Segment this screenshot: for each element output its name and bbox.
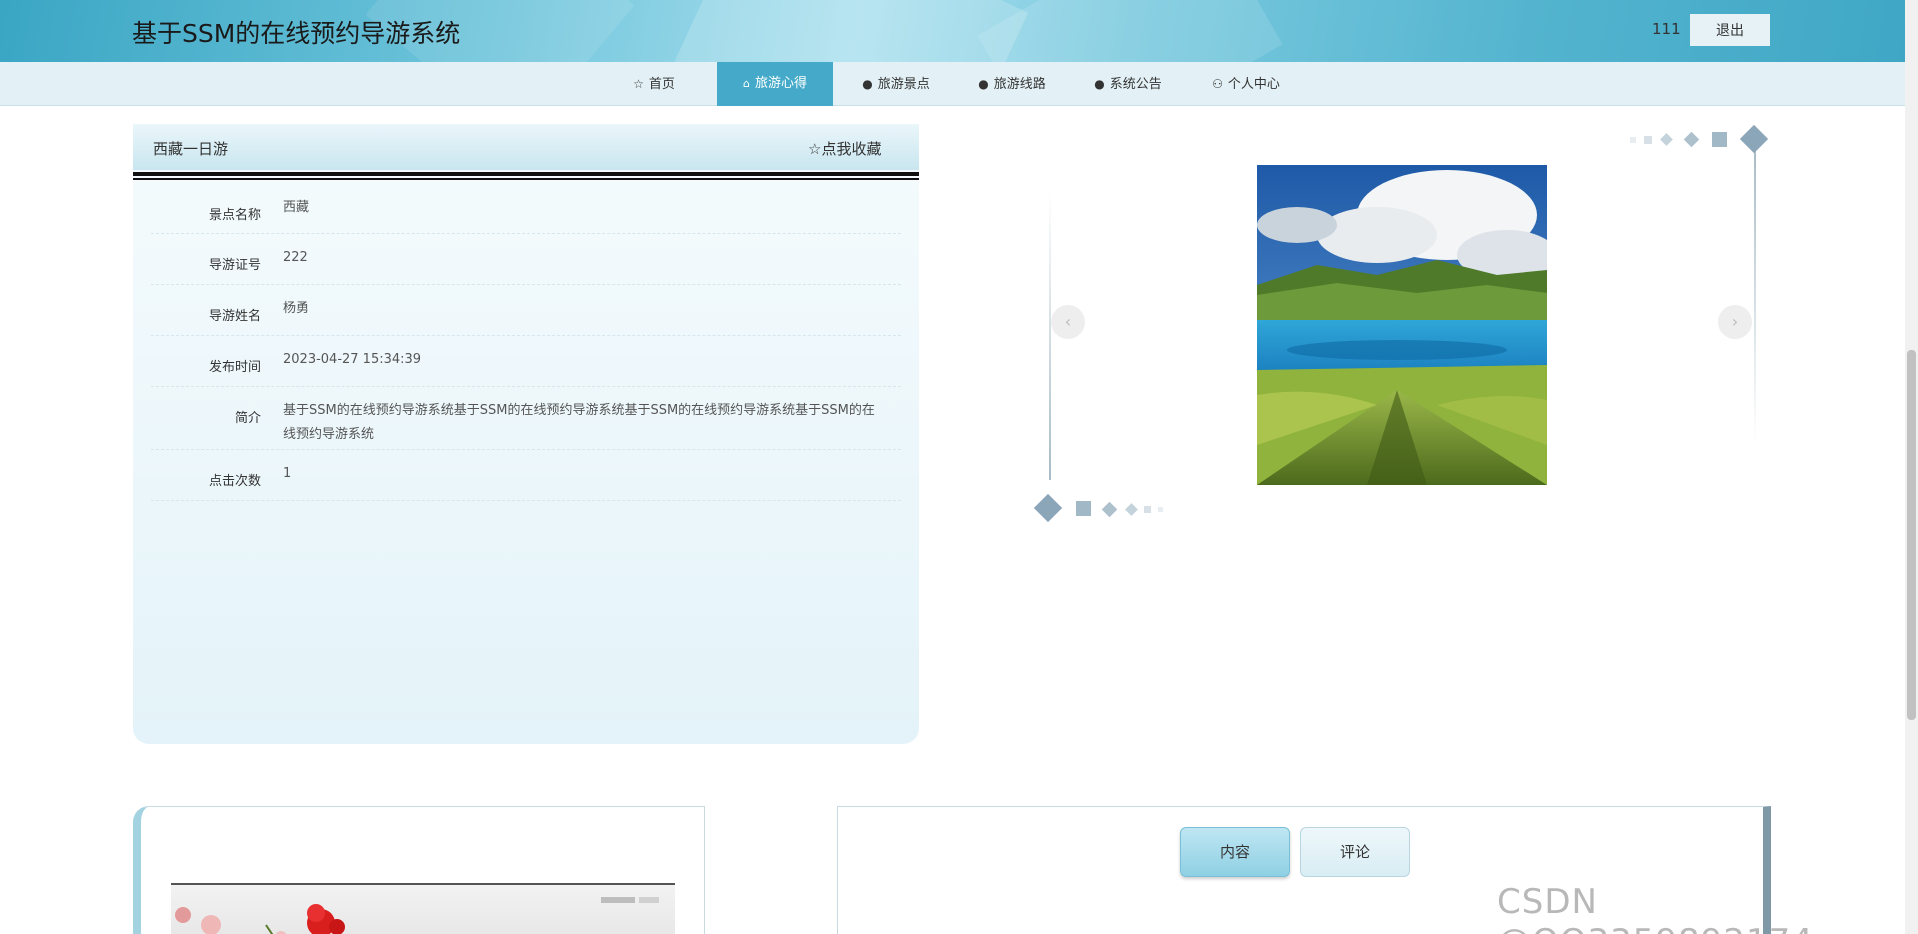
field-value: 1 bbox=[283, 466, 292, 481]
tab-content[interactable]: 内容 bbox=[1180, 827, 1290, 877]
nav-item-home[interactable]: ☆ 首页 bbox=[614, 62, 694, 106]
nav-item-label: 旅游心得 bbox=[754, 76, 807, 91]
decor-diamond bbox=[1683, 131, 1700, 148]
field-row: 导游证号 222 bbox=[151, 234, 901, 285]
field-row: 景点名称 西藏 bbox=[151, 190, 901, 234]
main-nav: ☆ 首页 ⌂ 旅游心得 ● 旅游景点 ● 旅游线路 ● 系统公告 ⚇ 个人中心 bbox=[0, 62, 1905, 106]
image-preview-panel bbox=[133, 806, 705, 934]
chevron-right-icon: › bbox=[1731, 312, 1739, 331]
nav-item-label: 旅游线路 bbox=[993, 77, 1046, 92]
field-label: 点击次数 bbox=[208, 474, 261, 489]
nav-item-announcements[interactable]: ● 系统公告 bbox=[1078, 62, 1178, 106]
decor-diamond bbox=[1125, 503, 1138, 516]
decor-diamond bbox=[1660, 133, 1673, 146]
field-value: 2023-04-27 15:34:39 bbox=[283, 352, 422, 367]
bag-icon: ⌂ bbox=[743, 77, 750, 90]
info-icon: ● bbox=[1094, 77, 1105, 91]
scrollbar-thumb[interactable] bbox=[1907, 350, 1916, 720]
question-circle-icon: ● bbox=[978, 77, 989, 91]
decor-square bbox=[1076, 501, 1091, 516]
nav-item-routes[interactable]: ● 旅游线路 bbox=[962, 62, 1062, 106]
watermark: CSDN @QQ3359892174 bbox=[1497, 882, 1813, 934]
decor-dot bbox=[1630, 137, 1636, 143]
tab-comments[interactable]: 评论 bbox=[1300, 827, 1410, 877]
preview-image-flowers bbox=[171, 883, 675, 934]
detail-panel: 西藏一日游 ☆点我收藏 景点名称 西藏 导游证号 222 导游姓名 杨勇 发布时… bbox=[133, 124, 919, 744]
decor-dot bbox=[1158, 507, 1163, 512]
favorite-button[interactable]: ☆点我收藏 bbox=[808, 138, 881, 159]
field-value: 西藏 bbox=[283, 200, 310, 215]
site-title: 基于SSM的在线预约导游系统 bbox=[132, 19, 461, 48]
nav-item-label: 个人中心 bbox=[1227, 77, 1280, 92]
site-header: 基于SSM的在线预约导游系统 111 退出 bbox=[0, 0, 1905, 62]
chevron-left-icon: ‹ bbox=[1064, 312, 1072, 331]
nav-item-personal-center[interactable]: ⚇ 个人中心 bbox=[1196, 62, 1296, 106]
nav-item-label: 首页 bbox=[648, 77, 675, 92]
nav-item-label: 系统公告 bbox=[1109, 77, 1162, 92]
decor-diamond bbox=[1033, 493, 1063, 523]
carousel-image-lake-mountains bbox=[1257, 165, 1547, 485]
detail-header: 西藏一日游 ☆点我收藏 bbox=[133, 124, 919, 170]
carousel-next-button[interactable]: › bbox=[1718, 305, 1752, 339]
field-label: 导游姓名 bbox=[208, 309, 261, 324]
field-value: 222 bbox=[283, 250, 308, 265]
decor-square bbox=[1644, 136, 1652, 144]
user-icon: ⚇ bbox=[1212, 77, 1223, 91]
username: 111 bbox=[1652, 20, 1681, 38]
image-carousel: ‹ › bbox=[1033, 124, 1769, 525]
page-scrollbar[interactable] bbox=[1905, 0, 1918, 934]
info-circle-icon: ● bbox=[862, 77, 873, 91]
decor-diamond bbox=[1739, 124, 1769, 154]
field-row: 点击次数 1 bbox=[151, 450, 901, 501]
field-value: 基于SSM的在线预约导游系统基于SSM的在线预约导游系统基于SSM的在线预约导游… bbox=[283, 403, 875, 442]
nav-item-label: 旅游景点 bbox=[877, 77, 930, 92]
decor-square bbox=[1144, 506, 1151, 513]
nav-item-attractions[interactable]: ● 旅游景点 bbox=[846, 62, 946, 106]
nav-item-travel-notes[interactable]: ⌂ 旅游心得 bbox=[717, 62, 833, 106]
logout-button[interactable]: 退出 bbox=[1690, 14, 1770, 46]
field-row: 发布时间 2023-04-27 15:34:39 bbox=[151, 336, 901, 387]
field-row: 简介 基于SSM的在线预约导游系统基于SSM的在线预约导游系统基于SSM的在线预… bbox=[151, 387, 901, 450]
field-label: 导游证号 bbox=[208, 258, 261, 273]
field-label: 简介 bbox=[234, 411, 261, 426]
detail-title: 西藏一日游 bbox=[153, 140, 229, 158]
carousel-prev-button[interactable]: ‹ bbox=[1051, 305, 1085, 339]
field-row: 导游姓名 杨勇 bbox=[151, 285, 901, 336]
star-outline-icon: ☆ bbox=[633, 77, 644, 91]
field-label: 景点名称 bbox=[208, 208, 261, 223]
field-label: 发布时间 bbox=[208, 360, 261, 375]
field-value: 杨勇 bbox=[283, 301, 310, 316]
decor-square bbox=[1712, 132, 1727, 147]
page: 基于SSM的在线预约导游系统 111 退出 ☆ 首页 ⌂ 旅游心得 ● 旅游景点 ● 旅… bbox=[0, 0, 1918, 934]
decor-diamond bbox=[1101, 501, 1118, 518]
